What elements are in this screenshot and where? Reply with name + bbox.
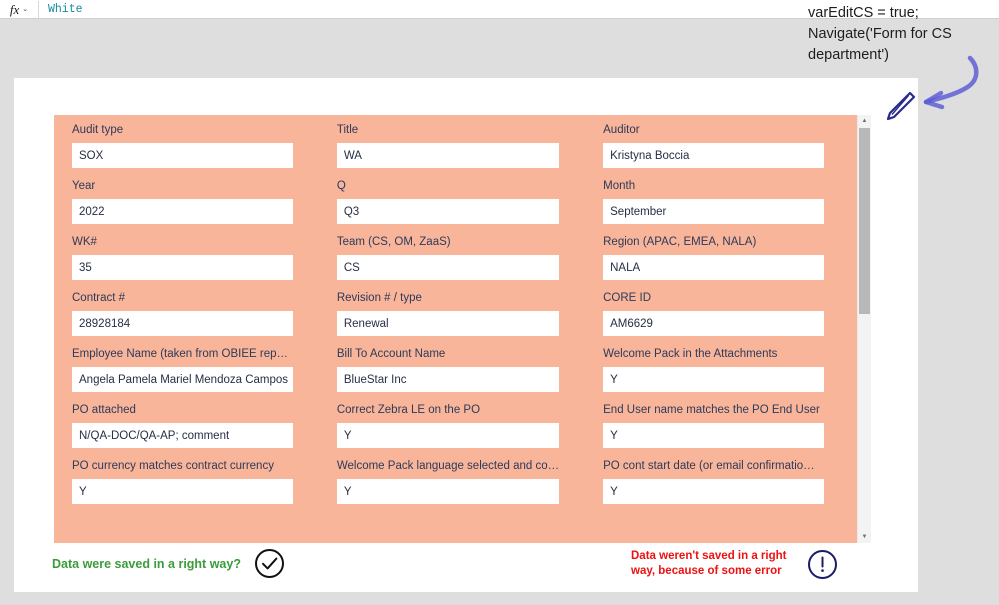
form-field-input[interactable]: Angela Pamela Mariel Mendoza Campos	[72, 367, 293, 392]
form-field: PO cont start date (or email confirmatio…	[603, 459, 824, 504]
form-field-label: PO attached	[72, 404, 136, 416]
check-circle-icon	[254, 549, 284, 578]
form-field: Month September	[603, 179, 824, 224]
form-field-label: PO currency matches contract currency	[72, 460, 274, 472]
fx-icon: fx	[9, 1, 20, 17]
form-field-input[interactable]: N/QA-DOC/QA-AP; comment	[72, 423, 293, 448]
form-field-label: Auditor	[603, 124, 640, 136]
error-status-label: Data weren't saved in a right way, becau…	[631, 550, 787, 577]
form-field-input[interactable]: Y	[603, 479, 824, 504]
form-field-input[interactable]: September	[603, 199, 824, 224]
form-field-label: PO cont start date (or email confirmatio…	[603, 460, 815, 472]
form-field: End User name matches the PO End User Y	[603, 403, 824, 448]
form-field-input[interactable]: Kristyna Boccia	[603, 143, 824, 168]
pen-icon	[886, 91, 916, 121]
form-field-input[interactable]: Renewal	[336, 311, 560, 336]
audit-form-panel: Audit type SOX Title WA Auditor Kristyna Bocc…	[54, 115, 857, 543]
form-field-label: Team (CS, OM, ZaaS)	[336, 236, 451, 248]
form-field-input[interactable]: CS	[336, 255, 560, 280]
error-status: Data weren't saved in a right way, becau…	[631, 549, 838, 580]
form-field: Year 2022	[72, 179, 293, 224]
form-field-input[interactable]: Q3	[336, 199, 560, 224]
form-field: Auditor Kristyna Boccia	[603, 123, 824, 168]
form-field-grid: Audit type SOX Title WA Auditor Kristyna Bocc…	[54, 115, 842, 515]
form-field-label: Revision # / type	[336, 292, 422, 304]
form-field-input[interactable]: Y	[336, 479, 560, 504]
form-field-label: WK#	[72, 236, 97, 248]
scroll-up-arrow-icon[interactable]: ▲	[858, 115, 871, 127]
form-field-label: Correct Zebra LE on the PO	[336, 404, 481, 416]
form-field: Audit type SOX	[72, 123, 293, 168]
form-field-input[interactable]: AM6629	[603, 311, 824, 336]
form-field-input[interactable]: NALA	[603, 255, 824, 280]
form-field: Revision # / type Renewal	[336, 291, 560, 336]
form-field-label: Welcome Pack language selected and co…	[336, 460, 560, 472]
success-status-label: Data were saved in a right way?	[52, 556, 241, 571]
form-field-input[interactable]: Y	[336, 423, 560, 448]
form-field: Employee Name (taken from OBIEE rep… Ange…	[72, 347, 293, 392]
form-field-label: Title	[336, 124, 359, 136]
form-field-input[interactable]: 35	[72, 255, 293, 280]
form-field: Q Q3	[336, 179, 560, 224]
form-field-input[interactable]: SOX	[72, 143, 293, 168]
form-field: WK# 35	[72, 235, 293, 280]
formula-bar: fx ⌄ White	[0, 0, 999, 19]
exclamation-circle-icon	[808, 550, 837, 579]
form-field: Welcome Pack language selected and co… Y	[336, 459, 560, 504]
form-field-input[interactable]: Y	[72, 479, 293, 504]
form-field-label: CORE ID	[603, 292, 652, 304]
form-field-label: Audit type	[72, 124, 124, 136]
scrollbar-thumb[interactable]	[859, 128, 870, 314]
form-field-input[interactable]: 2022	[72, 199, 293, 224]
form-field-input[interactable]: Y	[603, 367, 824, 392]
form-field: Region (APAC, EMEA, NALA) NALA	[603, 235, 824, 280]
form-field-input[interactable]: Y	[603, 423, 824, 448]
form-field: Correct Zebra LE on the PO Y	[336, 403, 560, 448]
form-field: Title WA	[336, 123, 560, 168]
form-field: Team (CS, OM, ZaaS) CS	[336, 235, 560, 280]
form-field: CORE ID AM6629	[603, 291, 824, 336]
form-field-label: Q	[336, 180, 346, 192]
form-field-label: Employee Name (taken from OBIEE rep…	[72, 348, 289, 360]
form-field-label: Month	[603, 180, 636, 192]
success-status: Data were saved in a right way?	[52, 548, 285, 579]
formula-input[interactable]: White	[39, 3, 83, 16]
form-field-label: Region (APAC, EMEA, NALA)	[603, 236, 757, 248]
annotation-arrow-icon	[923, 55, 979, 110]
form-field: Welcome Pack in the Attachments Y	[603, 347, 824, 392]
fx-button[interactable]: fx ⌄	[0, 0, 39, 18]
form-field: Contract # 28928184	[72, 291, 293, 336]
scroll-down-arrow-icon[interactable]: ▼	[858, 531, 871, 543]
form-field: PO attached N/QA-DOC/QA-AP; comment	[72, 403, 293, 448]
form-field-label: Welcome Pack in the Attachments	[603, 348, 778, 360]
form-scrollbar[interactable]: ▲ ▼	[857, 115, 871, 543]
form-field: PO currency matches contract currency Y	[72, 459, 293, 504]
form-field-input[interactable]: WA	[336, 143, 560, 168]
form-field-label: End User name matches the PO End User	[603, 404, 820, 416]
form-field-label: Contract #	[72, 292, 126, 304]
form-field-input[interactable]: BlueStar Inc	[336, 367, 560, 392]
form-field-label: Year	[72, 180, 96, 192]
chevron-down-icon: ⌄	[22, 5, 29, 13]
form-field: Bill To Account Name BlueStar Inc	[336, 347, 560, 392]
form-field-label: Bill To Account Name	[336, 348, 446, 360]
form-field-input[interactable]: 28928184	[72, 311, 293, 336]
